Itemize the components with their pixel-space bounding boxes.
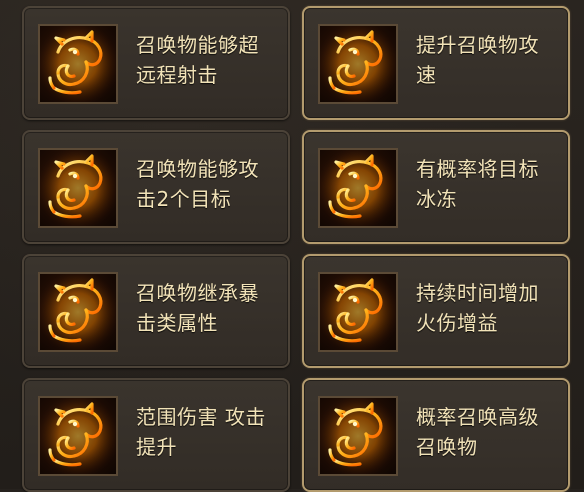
skill-card-5[interactable]: 召唤物继承暴 击类属性 [22,254,290,368]
skill-card-7[interactable]: 范围伤害 攻击 提升 [22,378,290,492]
fire-beast-icon [318,272,398,352]
skill-label-line1: 召唤物继承暴 [136,281,259,305]
skill-card-3[interactable]: 召唤物能够攻 击2个目标 [22,130,290,244]
skill-label-line2: 击类属性 [136,311,218,335]
skill-label-line2: 远程射击 [136,63,218,87]
skill-label-line1: 持续时间增加 [416,281,539,305]
skill-label: 持续时间增加 火伤增益 [416,278,566,338]
skill-label: 范围伤害 攻击 提升 [136,402,286,462]
skill-grid: 召唤物能够超 远程射击 提升召唤物攻速 召唤物能够攻 击2个目标 有概率将目标 … [0,0,584,492]
skill-label-line2: 速 [416,63,437,87]
skill-label-line1: 概率召唤高级 [416,405,539,429]
skill-label: 召唤物继承暴 击类属性 [136,278,286,338]
fire-beast-icon [38,396,118,476]
fire-beast-icon [318,148,398,228]
skill-label: 提升召唤物攻速 [416,30,566,90]
skill-label-line1: 有概率将目标 [416,157,539,181]
skill-card-1[interactable]: 召唤物能够超 远程射击 [22,6,290,120]
skill-label-line2: 提升 [136,435,177,459]
fire-beast-icon [318,24,398,104]
fire-beast-icon [38,148,118,228]
skill-label-line1: 召唤物能够攻 [136,157,259,181]
skill-label-line2: 召唤物 [416,435,478,459]
skill-label-line2: 击2个目标 [136,187,232,211]
skill-label-line1: 范围伤害 攻击 [136,405,266,429]
skill-label-line2: 冰冻 [416,187,457,211]
fire-beast-icon [38,272,118,352]
skill-label-line1: 提升召唤物攻 [416,33,539,57]
fire-beast-icon [318,396,398,476]
skill-card-2[interactable]: 提升召唤物攻速 [302,6,570,120]
skill-label: 召唤物能够攻 击2个目标 [136,154,286,214]
fire-beast-icon [38,24,118,104]
skill-card-6[interactable]: 持续时间增加 火伤增益 [302,254,570,368]
skill-label: 概率召唤高级 召唤物 [416,402,566,462]
skill-label: 有概率将目标 冰冻 [416,154,566,214]
skill-card-4[interactable]: 有概率将目标 冰冻 [302,130,570,244]
skill-label-line1: 召唤物能够超 [136,33,259,57]
skill-label: 召唤物能够超 远程射击 [136,30,286,90]
skill-label-line2: 火伤增益 [416,311,498,335]
skill-card-8[interactable]: 概率召唤高级 召唤物 [302,378,570,492]
